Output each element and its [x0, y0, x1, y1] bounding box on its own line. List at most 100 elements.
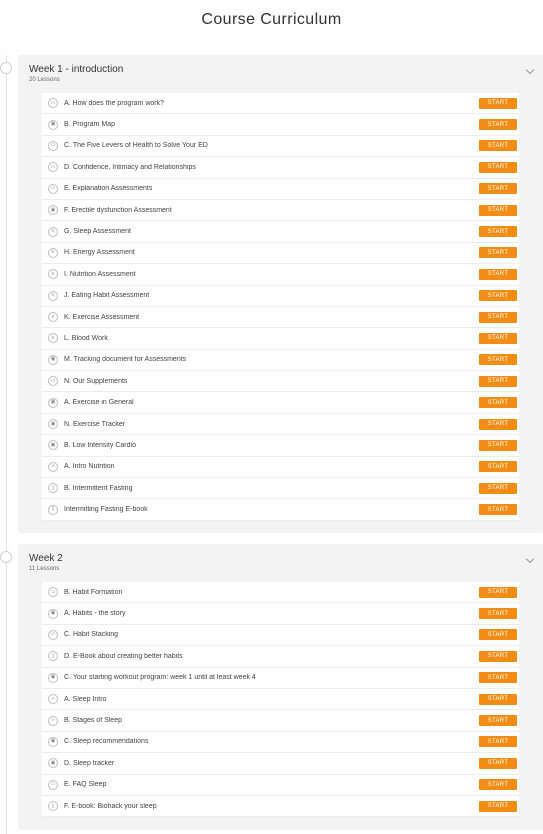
- start-button[interactable]: START: [479, 268, 517, 280]
- lesson-row[interactable]: ▯ B. Intermittent Fasting START: [42, 478, 519, 500]
- lesson-row[interactable]: ▣ B. Low Intensity Cardio START: [42, 435, 519, 457]
- lesson-row[interactable]: ≡ J. Eating Habit Assessment START: [42, 285, 519, 307]
- lesson-title: K. Exercise Assessment: [64, 313, 140, 321]
- start-button[interactable]: START: [479, 247, 517, 259]
- lesson-row[interactable]: ▭ E. Explanation Assessments START: [42, 178, 519, 200]
- lesson-title: B. Low Intensity Cardio: [64, 441, 136, 449]
- book-icon: ▯: [48, 504, 58, 515]
- lesson-row[interactable]: ▣ N. Exercise Tracker START: [42, 413, 519, 436]
- start-button[interactable]: START: [479, 418, 517, 430]
- start-button[interactable]: START: [479, 226, 517, 238]
- start-button[interactable]: START: [479, 311, 517, 323]
- start-button[interactable]: START: [479, 332, 517, 344]
- start-button[interactable]: START: [479, 736, 517, 748]
- lesson-row[interactable]: ‹› A. Intro Nutrition START: [42, 456, 519, 479]
- code-icon: ‹›: [48, 715, 58, 726]
- video-icon: ▭: [48, 98, 58, 109]
- week-title: Week 1 - introduction: [29, 64, 124, 75]
- start-button[interactable]: START: [479, 183, 517, 195]
- chevron-down-icon[interactable]: [525, 554, 535, 564]
- lock-icon: ▣: [48, 119, 58, 130]
- lesson-row[interactable]: ▯ D. E-Book about creating better habits S…: [42, 646, 519, 668]
- start-button[interactable]: START: [479, 97, 517, 109]
- lock-icon: ▣: [48, 205, 58, 216]
- lesson-title: J. Eating Habit Assessment: [64, 292, 150, 300]
- lesson-row[interactable]: ▣ C. Your starting workout program: week …: [42, 667, 519, 689]
- document-icon: ≡: [48, 226, 58, 237]
- week-2-node: [0, 551, 12, 563]
- start-button[interactable]: START: [479, 757, 517, 769]
- start-button[interactable]: START: [479, 482, 517, 494]
- lesson-row[interactable]: ▯ Intermitting Fasting E-book START: [42, 499, 519, 521]
- book-icon: ▯: [48, 483, 58, 494]
- lesson-row[interactable]: ▭ B. Habit Formation START: [42, 582, 519, 604]
- lesson-row[interactable]: ≡ I. Nutrition Assessment START: [42, 264, 519, 286]
- start-button[interactable]: START: [479, 119, 517, 131]
- start-button[interactable]: START: [479, 161, 517, 173]
- week-lesson-count: 20 Lessons: [29, 77, 60, 83]
- lesson-row[interactable]: ≡ K. Exercise Assessment START: [42, 306, 519, 329]
- lesson-row[interactable]: ▣ A. Habits - the story START: [42, 603, 519, 625]
- lesson-row[interactable]: ▭ A. How does the program work? START: [42, 93, 519, 115]
- start-button[interactable]: START: [479, 672, 517, 684]
- lesson-row[interactable]: ▭ C. Habit Stacking START: [42, 624, 519, 647]
- timeline-line: [6, 55, 7, 834]
- lesson-title: N. Our Supplements: [64, 377, 128, 385]
- video-icon: ▭: [48, 162, 58, 173]
- lock-icon: ▣: [48, 419, 58, 430]
- lesson-title: E. FAQ Sleep: [64, 781, 107, 789]
- start-button[interactable]: START: [479, 629, 517, 641]
- lesson-title: C. Your starting workout program: week 1…: [64, 674, 256, 682]
- lesson-row[interactable]: ▭ N. Our Supplements START: [42, 371, 519, 393]
- code-icon: ‹›: [48, 461, 58, 472]
- code-icon: ‹›: [48, 694, 58, 705]
- start-button[interactable]: START: [479, 504, 517, 516]
- start-button[interactable]: START: [479, 204, 517, 216]
- start-button[interactable]: START: [479, 779, 517, 791]
- start-button[interactable]: START: [479, 800, 517, 812]
- start-button[interactable]: START: [479, 375, 517, 387]
- week-1-header[interactable]: Week 1 - introduction 20 Lessons: [18, 55, 543, 93]
- lesson-row[interactable]: ▭ E. FAQ Sleep START: [42, 774, 519, 796]
- start-button[interactable]: START: [479, 439, 517, 451]
- lesson-title: A. Exercise in General: [64, 399, 134, 407]
- lesson-title: B. Stages of Sleep: [64, 717, 122, 725]
- lesson-row[interactable]: ‹› A. Sleep Intro START: [42, 688, 519, 711]
- lesson-row[interactable]: ▯ F. E-book: Biohack your sleep START: [42, 795, 519, 818]
- lesson-row[interactable]: ≡ G. Sleep Assessment START: [42, 221, 519, 243]
- lock-icon: ▣: [48, 397, 58, 408]
- document-icon: ≡: [48, 333, 58, 344]
- start-button[interactable]: START: [479, 715, 517, 727]
- lesson-row[interactable]: ▣ A. Exercise in General START: [42, 392, 519, 414]
- lesson-row[interactable]: ▣ C. Sleep recommendations START: [42, 731, 519, 754]
- lesson-title: F. E-book: Biohack your sleep: [64, 802, 157, 810]
- start-button[interactable]: START: [479, 586, 517, 598]
- lesson-row[interactable]: ≡ L. Blood Work START: [42, 328, 519, 350]
- lesson-title: C. Habit Stacking: [64, 631, 119, 639]
- lesson-row[interactable]: ▭ D. Confidence, Intimacy and Relationshi…: [42, 157, 519, 179]
- start-button[interactable]: START: [479, 140, 517, 152]
- start-button[interactable]: START: [479, 354, 517, 366]
- lesson-title: E. Explanation Assessments: [64, 185, 153, 193]
- lesson-row[interactable]: ▣ M. Tracking document for Assessments STA…: [42, 349, 519, 372]
- lesson-row[interactable]: ‹› B. Stages of Sleep START: [42, 710, 519, 732]
- chevron-down-icon[interactable]: [525, 65, 535, 75]
- start-button[interactable]: START: [479, 461, 517, 473]
- lesson-title: A. How does the program work?: [64, 99, 164, 107]
- lesson-row[interactable]: ▣ F. Erectile dysfunction Assessment START: [42, 199, 519, 222]
- video-icon: ▭: [48, 587, 58, 598]
- week-2-header[interactable]: Week 2 11 Lessons: [18, 544, 543, 582]
- start-button[interactable]: START: [479, 290, 517, 302]
- start-button[interactable]: START: [479, 650, 517, 662]
- lesson-row[interactable]: ▭ C. The Five Levers of Health to Solve Y…: [42, 135, 519, 158]
- lesson-row[interactable]: ≡ H. Energy Assessment START: [42, 242, 519, 265]
- start-button[interactable]: START: [479, 608, 517, 620]
- lesson-title: B. Intermittent Fasting: [64, 484, 133, 492]
- start-button[interactable]: START: [479, 397, 517, 409]
- lock-icon: ▣: [48, 736, 58, 747]
- start-button[interactable]: START: [479, 693, 517, 705]
- book-icon: ▯: [48, 801, 58, 812]
- lesson-row[interactable]: ▣ B. Program Map START: [42, 114, 519, 136]
- week-1-node: [0, 62, 12, 74]
- lesson-row[interactable]: ▣ D. Sleep tracker START: [42, 753, 519, 775]
